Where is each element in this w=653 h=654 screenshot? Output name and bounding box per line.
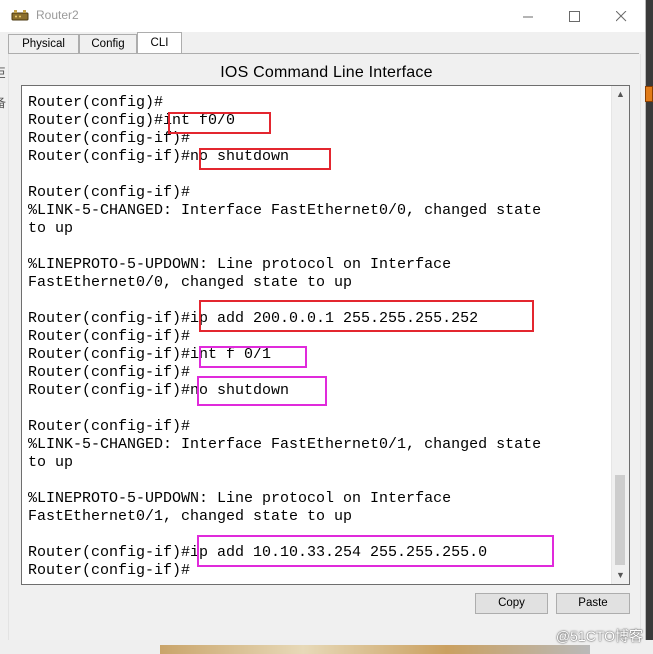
copy-button[interactable]: Copy xyxy=(475,593,548,614)
terminal-line: %LINK-5-CHANGED: Interface FastEthernet0… xyxy=(28,436,542,453)
terminal-line: Router(config)# xyxy=(28,94,164,111)
paste-button[interactable]: Paste xyxy=(556,593,630,614)
background-bottom-art xyxy=(160,645,590,654)
terminal-line: FastEthernet0/0, changed state to up xyxy=(28,274,353,291)
cli-terminal[interactable]: Router(config)# Router(config)#int f0/0 Ro… xyxy=(21,85,630,585)
maximize-button[interactable] xyxy=(551,0,597,32)
highlight-no-shutdown-1 xyxy=(199,148,331,170)
highlight-int-f-0-1 xyxy=(199,346,307,368)
close-icon xyxy=(615,10,626,21)
terminal-line: %LINEPROTO-5-UPDOWN: Line protocol on In… xyxy=(28,490,452,507)
scroll-up-icon[interactable]: ▲ xyxy=(612,86,629,103)
tab-config[interactable]: Config xyxy=(79,34,137,53)
highlight-ip-add-2 xyxy=(197,535,554,567)
title-bar: Router2 xyxy=(0,0,645,32)
minimize-icon xyxy=(522,16,533,18)
tab-cli[interactable]: CLI xyxy=(137,32,182,54)
background-text-fragment: 巨 备 xyxy=(0,66,7,110)
terminal-line: FastEthernet0/1, changed state to up xyxy=(28,508,353,525)
terminal-line: Router(config-if)# xyxy=(28,184,191,201)
highlight-ip-add-1 xyxy=(199,300,534,332)
terminal-line: Router(config-if)# xyxy=(28,418,191,435)
maximize-icon xyxy=(568,10,580,22)
terminal-line: Router(config-if)# xyxy=(28,130,191,147)
terminal-line: to up xyxy=(28,454,74,471)
watermark: @51CTO博客 xyxy=(555,628,643,644)
terminal-scrollbar[interactable]: ▲ ▼ xyxy=(611,86,629,584)
terminal-line: %LINEPROTO-5-UPDOWN: Line protocol on In… xyxy=(28,256,452,273)
close-button[interactable] xyxy=(598,0,644,32)
window-title: Router2 xyxy=(36,8,79,22)
cli-heading: IOS Command Line Interface xyxy=(220,64,433,81)
scrollbar-thumb[interactable] xyxy=(615,475,625,565)
terminal-line: to up xyxy=(28,220,74,237)
router-icon xyxy=(11,10,29,21)
highlight-no-shutdown-2 xyxy=(197,376,327,406)
scroll-down-icon[interactable]: ▼ xyxy=(612,567,629,584)
tab-physical[interactable]: Physical xyxy=(8,34,79,53)
minimize-button[interactable] xyxy=(505,0,551,32)
highlight-int-f0-0 xyxy=(168,112,271,134)
terminal-line: %LINK-5-CHANGED: Interface FastEthernet0… xyxy=(28,202,542,219)
router-window: Router2 Physical Config CLI IOS Command … xyxy=(0,0,646,654)
background-window-fragment xyxy=(645,86,653,102)
terminal-line: Router(config)#int f0/0 xyxy=(28,112,236,129)
